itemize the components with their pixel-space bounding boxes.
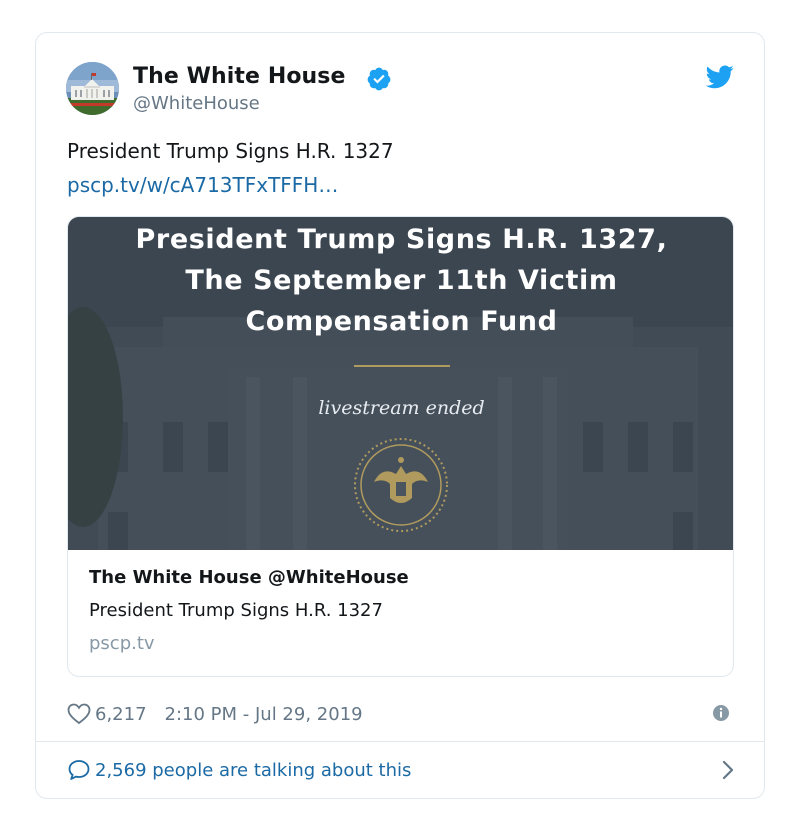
card-body: The White House @WhiteHouse President Tr… [89, 567, 709, 654]
white-house-avatar-icon [66, 62, 119, 115]
tweet-embed: The White House @WhiteHouse President Tr… [35, 32, 765, 799]
presidential-seal-icon [354, 438, 448, 532]
link-card[interactable]: President Trump Signs H.R. 1327, The Sep… [67, 216, 734, 677]
card-heading: The White House @WhiteHouse [89, 567, 409, 588]
conversation-link[interactable]: 2,569 people are talking about this [67, 756, 735, 784]
card-media-title: President Trump Signs H.R. 1327, The Sep… [68, 219, 733, 342]
verified-badge-icon [367, 67, 391, 91]
info-icon[interactable] [712, 704, 730, 722]
speech-bubble-icon [68, 760, 90, 780]
livestream-status: livestream ended [318, 397, 485, 419]
card-media-title-line: President Trump Signs H.R. 1327, [135, 224, 668, 255]
heart-icon[interactable] [67, 703, 91, 725]
tweet-text: President Trump Signs H.R. 1327 [67, 139, 394, 163]
author-name[interactable]: The White House [133, 64, 346, 89]
like-count[interactable]: 6,217 [95, 704, 147, 725]
tweet-meta: 6,217 2:10 PM - Jul 29, 2019 [67, 701, 363, 727]
author-avatar[interactable] [66, 62, 119, 115]
card-domain: pscp.tv [89, 633, 155, 654]
card-description: President Trump Signs H.R. 1327 [89, 600, 383, 621]
author-handle[interactable]: @WhiteHouse [133, 93, 260, 114]
chevron-right-icon [722, 760, 734, 780]
card-media-title-line: Compensation Fund [245, 306, 558, 337]
tweet-link[interactable]: pscp.tv/w/cA713TFxTFFH… [67, 173, 338, 197]
card-media-divider [354, 365, 450, 367]
conversation-label: 2,569 people are talking about this [95, 759, 412, 781]
tweet-timestamp[interactable]: 2:10 PM - Jul 29, 2019 [165, 704, 363, 725]
twitter-bird-icon[interactable] [706, 65, 734, 89]
card-media-title-line: The September 11th Victim [185, 265, 618, 296]
divider [36, 741, 764, 742]
